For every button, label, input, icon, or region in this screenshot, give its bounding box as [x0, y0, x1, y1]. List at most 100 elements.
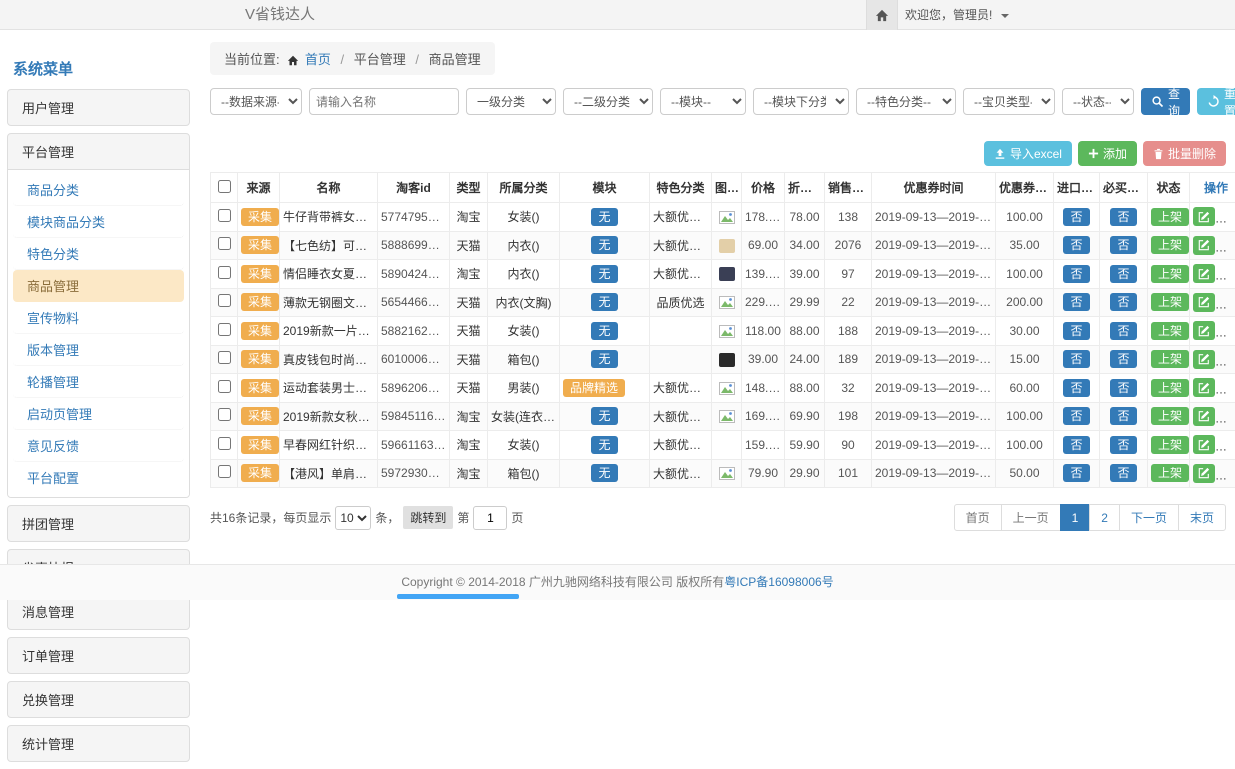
sidebar-item[interactable]: 平台配置 [13, 462, 184, 493]
must-buy-toggle[interactable]: 否 [1110, 436, 1136, 454]
row-checkbox[interactable] [218, 237, 231, 250]
filter-select-7[interactable]: --宝贝类型-- [963, 88, 1055, 115]
module-none-badge[interactable]: 无 [591, 464, 617, 482]
must-buy-toggle[interactable]: 否 [1110, 464, 1136, 482]
sidebar-section-2[interactable]: 拼团管理 [8, 506, 189, 541]
jump-page-input[interactable] [473, 506, 507, 530]
status-badge[interactable]: 上架 [1151, 208, 1189, 226]
sidebar-item[interactable]: 商品管理 [13, 270, 184, 302]
row-checkbox[interactable] [218, 408, 231, 421]
module-none-badge[interactable]: 无 [591, 265, 617, 283]
must-buy-toggle[interactable]: 否 [1110, 236, 1136, 254]
icp-link[interactable]: 粤ICP备16098006号 [724, 575, 833, 589]
must-buy-toggle[interactable]: 否 [1110, 293, 1136, 311]
row-checkbox[interactable] [218, 266, 231, 279]
page-button-上一页[interactable]: 上一页 [1001, 504, 1061, 531]
batch-delete-button[interactable]: 批量删除 [1143, 141, 1226, 166]
row-checkbox[interactable] [218, 380, 231, 393]
sidebar-item[interactable]: 启动页管理 [13, 398, 184, 430]
select-all-checkbox[interactable] [218, 180, 231, 193]
page-button-1[interactable]: 1 [1060, 504, 1091, 531]
status-badge[interactable]: 上架 [1151, 236, 1189, 254]
sidebar-section-5[interactable]: 订单管理 [8, 638, 189, 673]
status-badge[interactable]: 上架 [1151, 407, 1189, 425]
status-badge[interactable]: 上架 [1151, 464, 1189, 482]
filter-select-3[interactable]: --二级分类-- [563, 88, 653, 115]
import-select-toggle[interactable]: 否 [1063, 350, 1089, 368]
edit-button[interactable] [1193, 264, 1215, 283]
must-buy-toggle[interactable]: 否 [1110, 407, 1136, 425]
edit-button[interactable] [1193, 293, 1215, 312]
must-buy-toggle[interactable]: 否 [1110, 208, 1136, 226]
user-dropdown[interactable]: 欢迎您，管理员! [905, 0, 1009, 30]
edit-button[interactable] [1193, 350, 1215, 369]
filter-select-6[interactable]: --特色分类-- [856, 88, 956, 115]
sidebar-section-1[interactable]: 平台管理 [8, 134, 189, 169]
module-badge[interactable]: 品牌精选 [563, 379, 625, 397]
module-none-badge[interactable]: 无 [591, 350, 617, 368]
status-badge[interactable]: 上架 [1151, 379, 1189, 397]
import-select-toggle[interactable]: 否 [1063, 407, 1089, 425]
status-badge[interactable]: 上架 [1151, 350, 1189, 368]
sidebar-section-0[interactable]: 用户管理 [8, 90, 189, 125]
module-none-badge[interactable]: 无 [591, 236, 617, 254]
sidebar-item[interactable]: 特色分类 [13, 238, 184, 270]
import-select-toggle[interactable]: 否 [1063, 208, 1089, 226]
import-select-toggle[interactable]: 否 [1063, 436, 1089, 454]
import-excel-button[interactable]: 导入excel [984, 141, 1072, 166]
page-button-首页[interactable]: 首页 [954, 504, 1002, 531]
import-select-toggle[interactable]: 否 [1063, 379, 1089, 397]
add-button[interactable]: 添加 [1078, 141, 1137, 166]
edit-button[interactable] [1193, 435, 1215, 454]
row-checkbox[interactable] [218, 209, 231, 222]
import-select-toggle[interactable]: 否 [1063, 322, 1089, 340]
must-buy-toggle[interactable]: 否 [1110, 379, 1136, 397]
module-none-badge[interactable]: 无 [591, 293, 617, 311]
sidebar-section-7[interactable]: 统计管理 [8, 726, 189, 761]
edit-button[interactable] [1193, 207, 1215, 226]
row-checkbox[interactable] [218, 351, 231, 364]
per-page-select[interactable]: 10 [335, 506, 371, 530]
edit-button[interactable] [1193, 407, 1215, 426]
row-checkbox[interactable] [218, 465, 231, 478]
must-buy-toggle[interactable]: 否 [1110, 265, 1136, 283]
status-badge[interactable]: 上架 [1151, 436, 1189, 454]
sidebar-item[interactable]: 模块商品分类 [13, 206, 184, 238]
page-button-2[interactable]: 2 [1089, 504, 1120, 531]
sidebar-item[interactable]: 轮播管理 [13, 366, 184, 398]
module-none-badge[interactable]: 无 [591, 407, 617, 425]
filter-select-2[interactable]: 一级分类 [466, 88, 556, 115]
edit-button[interactable] [1193, 464, 1215, 483]
status-badge[interactable]: 上架 [1151, 293, 1189, 311]
search-button[interactable]: 查询 [1141, 88, 1190, 115]
module-none-badge[interactable]: 无 [591, 322, 617, 340]
filter-select-4[interactable]: --模块-- [660, 88, 746, 115]
filter-select-0[interactable]: --数据来源-- [210, 88, 302, 115]
status-badge[interactable]: 上架 [1151, 265, 1189, 283]
sidebar-item[interactable]: 意见反馈 [13, 430, 184, 462]
edit-button[interactable] [1193, 378, 1215, 397]
breadcrumb-home-link[interactable]: 首页 [305, 52, 331, 67]
sidebar-section-6[interactable]: 兑换管理 [8, 682, 189, 717]
home-button[interactable] [866, 0, 898, 30]
name-search-input[interactable] [309, 88, 459, 115]
reset-button[interactable]: 重置 [1197, 88, 1235, 115]
row-checkbox[interactable] [218, 323, 231, 336]
edit-button[interactable] [1193, 321, 1215, 340]
edit-button[interactable] [1193, 236, 1215, 255]
import-select-toggle[interactable]: 否 [1063, 236, 1089, 254]
must-buy-toggle[interactable]: 否 [1110, 350, 1136, 368]
module-none-badge[interactable]: 无 [591, 208, 617, 226]
import-select-toggle[interactable]: 否 [1063, 293, 1089, 311]
page-button-末页[interactable]: 末页 [1178, 504, 1226, 531]
filter-select-8[interactable]: --状态-- [1062, 88, 1134, 115]
module-none-badge[interactable]: 无 [591, 436, 617, 454]
status-badge[interactable]: 上架 [1151, 322, 1189, 340]
import-select-toggle[interactable]: 否 [1063, 464, 1089, 482]
jump-button[interactable]: 跳转到 [403, 506, 453, 529]
sidebar-item[interactable]: 宣传物料 [13, 302, 184, 334]
row-checkbox[interactable] [218, 294, 231, 307]
sidebar-item[interactable]: 版本管理 [13, 334, 184, 366]
horizontal-scrollbar-thumb[interactable] [397, 594, 519, 599]
filter-select-5[interactable]: --模块下分类-- [753, 88, 849, 115]
